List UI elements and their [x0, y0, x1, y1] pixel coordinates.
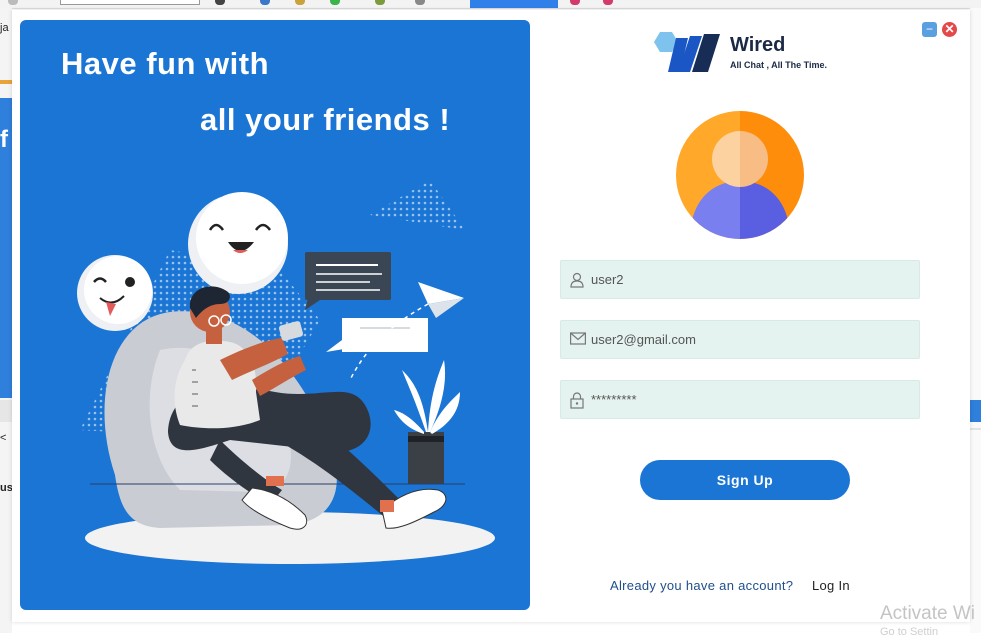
user-icon — [570, 272, 584, 288]
background-text: < — [0, 432, 7, 444]
lock-icon — [570, 392, 584, 409]
background-strip — [0, 80, 12, 84]
background-active-tab — [470, 0, 558, 8]
close-button[interactable]: ✕ — [942, 22, 957, 37]
background-app-icon — [295, 0, 305, 5]
background-app-icon — [570, 0, 580, 5]
background-strip — [970, 400, 981, 422]
activate-windows-subtext: Go to Settin — [880, 626, 939, 638]
username-field[interactable] — [560, 260, 920, 299]
already-have-account-text: Already you have an account? — [610, 578, 794, 593]
avatar[interactable] — [676, 111, 804, 239]
logo-tagline: All Chat , All The Time. — [730, 60, 828, 70]
background-strip — [0, 400, 12, 422]
signup-window: Have fun with all your friends ! − ✕ Wir… — [12, 10, 970, 622]
background-text: ja — [0, 22, 9, 34]
background-text: us — [0, 482, 13, 494]
activate-windows-watermark: Activate Wi — [880, 603, 976, 624]
log-in-link[interactable]: Log In — [812, 578, 850, 593]
background-app-icon — [215, 0, 225, 5]
background-left-window — [0, 8, 12, 633]
background-app-icon — [415, 0, 425, 5]
hero-line-2: all your friends ! — [200, 102, 451, 137]
background-app-icon — [260, 0, 270, 5]
background-taskbar — [0, 0, 981, 9]
background-app-icon — [330, 0, 340, 5]
username-input[interactable] — [591, 261, 911, 298]
envelope-icon — [570, 332, 586, 345]
illustration-panel: Have fun with all your friends ! — [20, 20, 530, 610]
email-field[interactable] — [560, 320, 920, 359]
background-right-window — [970, 8, 981, 633]
logo-name: Wired — [730, 34, 786, 56]
email-input[interactable] — [591, 321, 911, 358]
sign-up-button[interactable]: Sign Up — [640, 460, 850, 500]
wired-logo-icon — [654, 32, 720, 72]
background-app-icon — [8, 0, 18, 5]
background-app-icon — [603, 0, 613, 5]
background-strip — [970, 428, 981, 430]
hero-line-1: Have fun with — [61, 46, 270, 81]
background-address-bar — [60, 0, 200, 5]
password-field[interactable] — [560, 380, 920, 419]
minimize-button[interactable]: − — [922, 22, 937, 37]
password-input[interactable] — [591, 381, 911, 418]
background-text: f — [0, 126, 8, 153]
background-app-icon — [375, 0, 385, 5]
